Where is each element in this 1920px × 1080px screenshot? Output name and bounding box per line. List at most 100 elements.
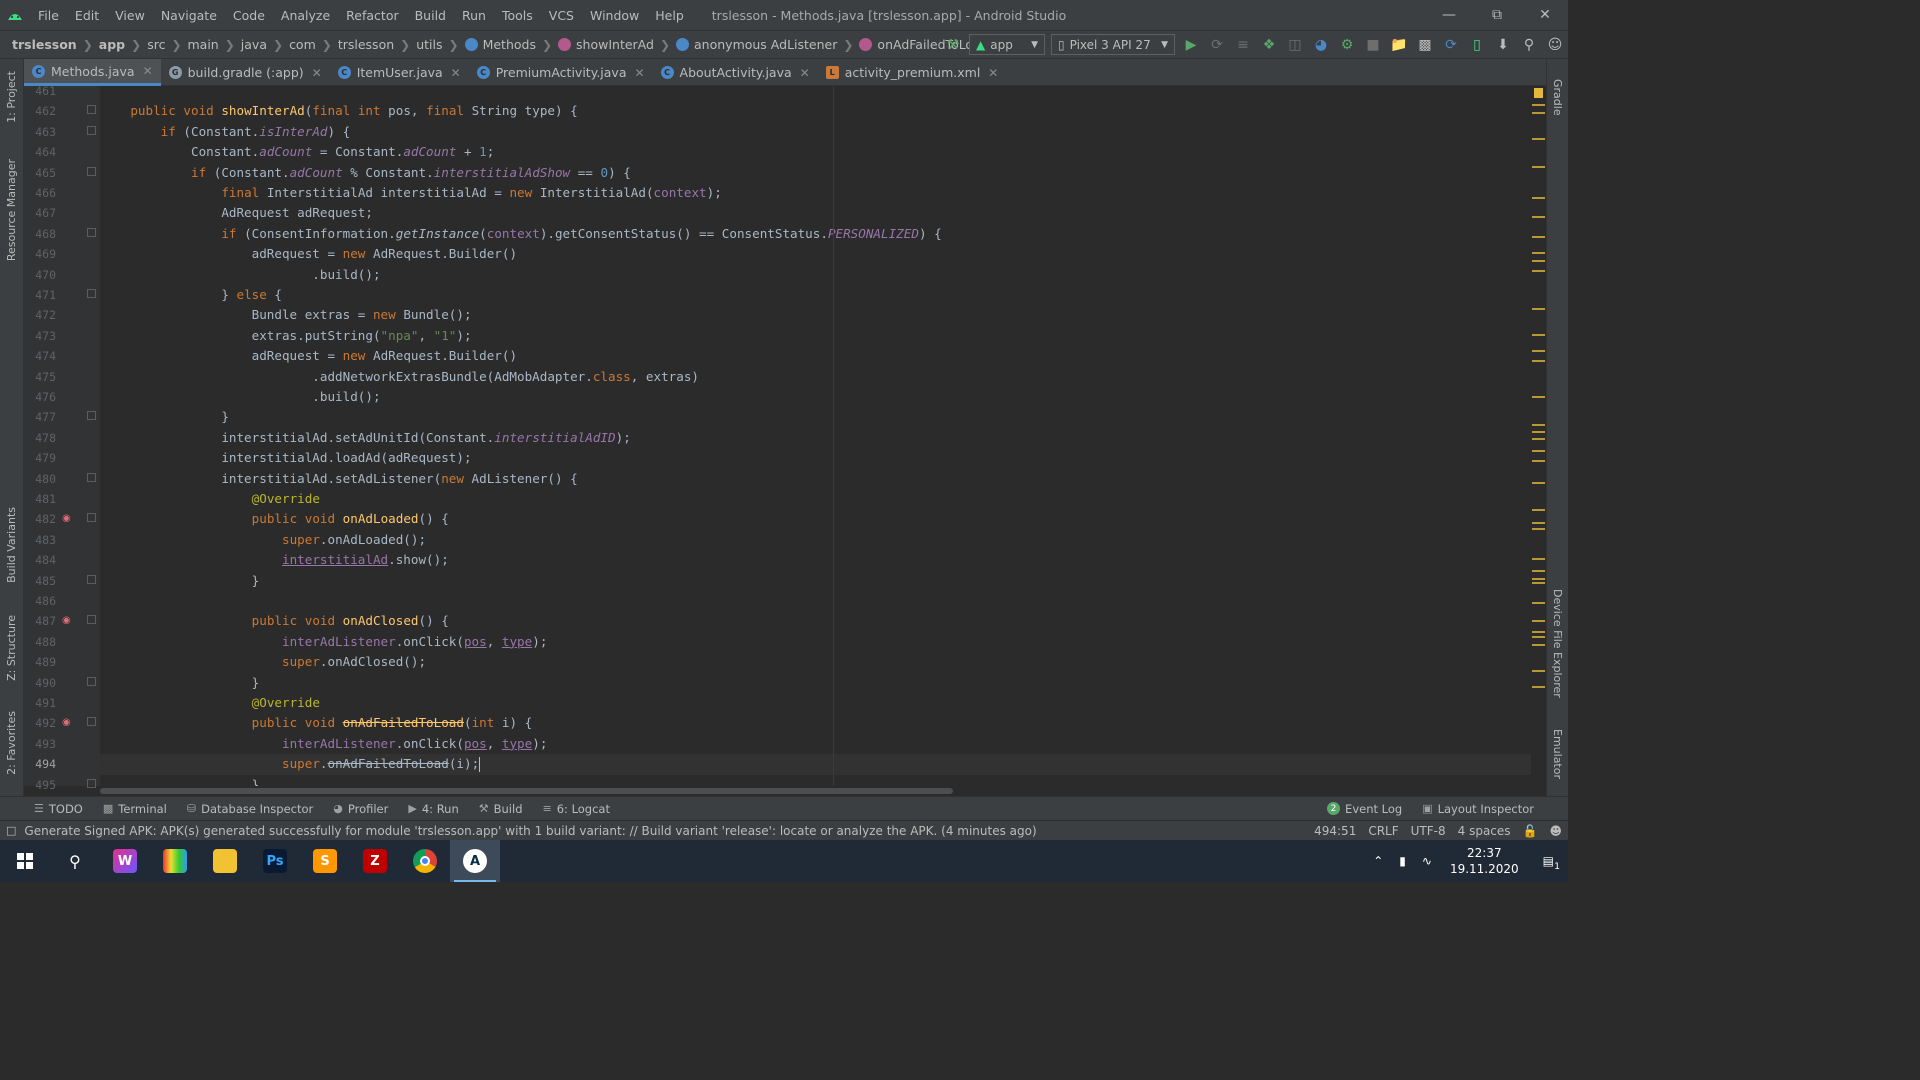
scrollbar-thumb[interactable] xyxy=(100,788,953,794)
apply-code-changes-icon[interactable]: ≡ xyxy=(1230,32,1256,58)
tab-aboutactivity-java[interactable]: C AboutActivity.java ✕ xyxy=(653,59,818,86)
warning-marker[interactable] xyxy=(1532,260,1545,262)
line-number[interactable]: 468 xyxy=(24,224,56,244)
line-number[interactable]: 465 xyxy=(24,163,56,183)
breadcrumb-main[interactable]: main ❯ xyxy=(182,37,235,52)
profile-icon[interactable]: ◕ xyxy=(1308,32,1334,58)
fold-marker-icon[interactable] xyxy=(87,513,96,523)
notifications-icon[interactable]: ▤ 1 xyxy=(1529,854,1568,872)
close-tab-icon[interactable]: ✕ xyxy=(988,66,998,80)
line-number[interactable]: 489 xyxy=(24,652,56,672)
line-number[interactable]: 476 xyxy=(24,387,56,407)
fold-marker-icon[interactable] xyxy=(87,574,96,584)
warning-marker[interactable] xyxy=(1532,396,1545,398)
taskbar-app-sublime[interactable]: S xyxy=(300,840,350,882)
line-number[interactable]: 493 xyxy=(24,734,56,754)
line-number[interactable]: 475 xyxy=(24,367,56,387)
battery-icon[interactable]: ▮ xyxy=(1391,854,1414,868)
menu-view[interactable]: View xyxy=(107,8,153,23)
favorites-tool-button[interactable]: 2: Favorites xyxy=(5,711,18,775)
status-message[interactable]: Generate Signed APK: APK(s) generated su… xyxy=(24,824,1036,838)
structure-tool-button[interactable]: Z: Structure xyxy=(5,615,18,681)
device-file-explorer-tool-button[interactable]: Device File Explorer xyxy=(1551,589,1564,698)
menu-analyze[interactable]: Analyze xyxy=(273,8,338,23)
fold-marker-icon[interactable] xyxy=(87,676,96,686)
coverage-icon[interactable]: ◫ xyxy=(1282,32,1308,58)
event-log-tool-button[interactable]: 2 Event Log xyxy=(1317,802,1412,816)
warning-marker[interactable] xyxy=(1532,431,1545,433)
breadcrumb-src[interactable]: src ❯ xyxy=(141,37,181,52)
warning-marker[interactable] xyxy=(1532,570,1545,572)
status-bar-toggle-icon[interactable]: □ xyxy=(6,824,16,837)
gradle-tool-button[interactable]: Gradle xyxy=(1551,79,1564,116)
line-number[interactable]: 474 xyxy=(24,346,56,366)
line-number[interactable]: 485 xyxy=(24,571,56,591)
start-button[interactable] xyxy=(0,840,50,882)
menu-code[interactable]: Code xyxy=(225,8,273,23)
chevron-up-icon[interactable]: ⌃ xyxy=(1365,854,1391,868)
profiler-tool-button[interactable]: ◕ Profiler xyxy=(323,802,398,816)
fold-marker-icon[interactable] xyxy=(87,166,96,176)
line-number[interactable]: 479 xyxy=(24,448,56,468)
breadcrumb-class[interactable]: Methods ❯ xyxy=(459,37,552,52)
fold-marker-icon[interactable] xyxy=(87,472,96,482)
database-inspector-tool-button[interactable]: ⛁ Database Inspector xyxy=(177,802,323,816)
taskbar-app-photoshop[interactable]: Ps xyxy=(250,840,300,882)
warning-marker[interactable] xyxy=(1532,528,1545,530)
line-number[interactable]: 481 xyxy=(24,489,56,509)
warning-marker[interactable] xyxy=(1532,216,1545,218)
device-manager-icon[interactable]: ▯ xyxy=(1464,32,1490,58)
override-method-icon[interactable]: ◉ xyxy=(62,615,71,626)
tab-activity-premium-xml[interactable]: L activity_premium.xml ✕ xyxy=(818,59,1007,86)
caret-position[interactable]: 494:51 xyxy=(1308,824,1362,838)
menu-help[interactable]: Help xyxy=(647,8,692,23)
todo-tool-button[interactable]: ☰ TODO xyxy=(0,802,93,816)
line-number[interactable]: 484 xyxy=(24,550,56,570)
warning-marker[interactable] xyxy=(1532,166,1545,168)
file-encoding[interactable]: UTF-8 xyxy=(1405,824,1452,838)
fold-marker-icon[interactable] xyxy=(87,411,96,421)
warning-marker[interactable] xyxy=(1532,112,1545,114)
fold-marker-icon[interactable] xyxy=(87,125,96,135)
restore-button[interactable]: ⧉ xyxy=(1474,0,1520,30)
close-tab-icon[interactable]: ✕ xyxy=(634,66,644,80)
warning-marker[interactable] xyxy=(1532,334,1545,336)
breadcrumb-com[interactable]: com ❯ xyxy=(283,37,332,52)
line-number[interactable]: 470 xyxy=(24,265,56,285)
menu-edit[interactable]: Edit xyxy=(67,8,107,23)
make-project-hammer-icon[interactable]: ⚒ xyxy=(940,32,966,58)
fold-marker-icon[interactable] xyxy=(87,778,96,788)
line-number[interactable]: 477 xyxy=(24,407,56,427)
warning-marker[interactable] xyxy=(1532,644,1545,646)
tab-build-gradle[interactable]: G build.gradle (:app) ✕ xyxy=(161,59,330,86)
warning-marker[interactable] xyxy=(1532,460,1545,462)
inspector-icon[interactable]: ☻ xyxy=(1543,824,1568,838)
line-number[interactable]: 462 xyxy=(24,101,56,121)
warning-marker[interactable] xyxy=(1532,558,1545,560)
warning-marker[interactable] xyxy=(1532,360,1545,362)
warning-marker[interactable] xyxy=(1532,686,1545,688)
warning-marker[interactable] xyxy=(1532,602,1545,604)
error-stripe-marker-bar[interactable] xyxy=(1531,86,1546,786)
line-number[interactable]: 469 xyxy=(24,244,56,264)
breadcrumb-java[interactable]: java ❯ xyxy=(235,37,283,52)
indent-setting[interactable]: 4 spaces xyxy=(1452,824,1517,838)
line-number[interactable]: 467 xyxy=(24,203,56,223)
close-tab-icon[interactable]: ✕ xyxy=(143,64,153,78)
warning-marker[interactable] xyxy=(1532,236,1545,238)
run-tool-button[interactable]: ▶ 4: Run xyxy=(398,802,468,816)
editor-gutter[interactable]: 461 462 463 464 465 466 467 468 469 470 471 472 473 4… xyxy=(24,84,100,792)
close-window-button[interactable]: ✕ xyxy=(1522,0,1568,30)
taskbar-app-webstorm[interactable]: W xyxy=(100,840,150,882)
breadcrumb-project[interactable]: trslesson ❯ xyxy=(0,37,93,52)
build-variants-tool-button[interactable]: Build Variants xyxy=(5,507,18,583)
line-number[interactable]: 466 xyxy=(24,183,56,203)
line-number[interactable]: 495 xyxy=(24,775,56,795)
line-number[interactable]: 464 xyxy=(24,142,56,162)
line-number[interactable]: 492 xyxy=(24,713,56,733)
breadcrumb-utils[interactable]: utils ❯ xyxy=(410,37,458,52)
warning-marker[interactable] xyxy=(1532,582,1545,584)
warning-marker[interactable] xyxy=(1532,482,1545,484)
open-folder-icon[interactable]: 📁 xyxy=(1386,32,1412,58)
close-tab-icon[interactable]: ✕ xyxy=(312,66,322,80)
